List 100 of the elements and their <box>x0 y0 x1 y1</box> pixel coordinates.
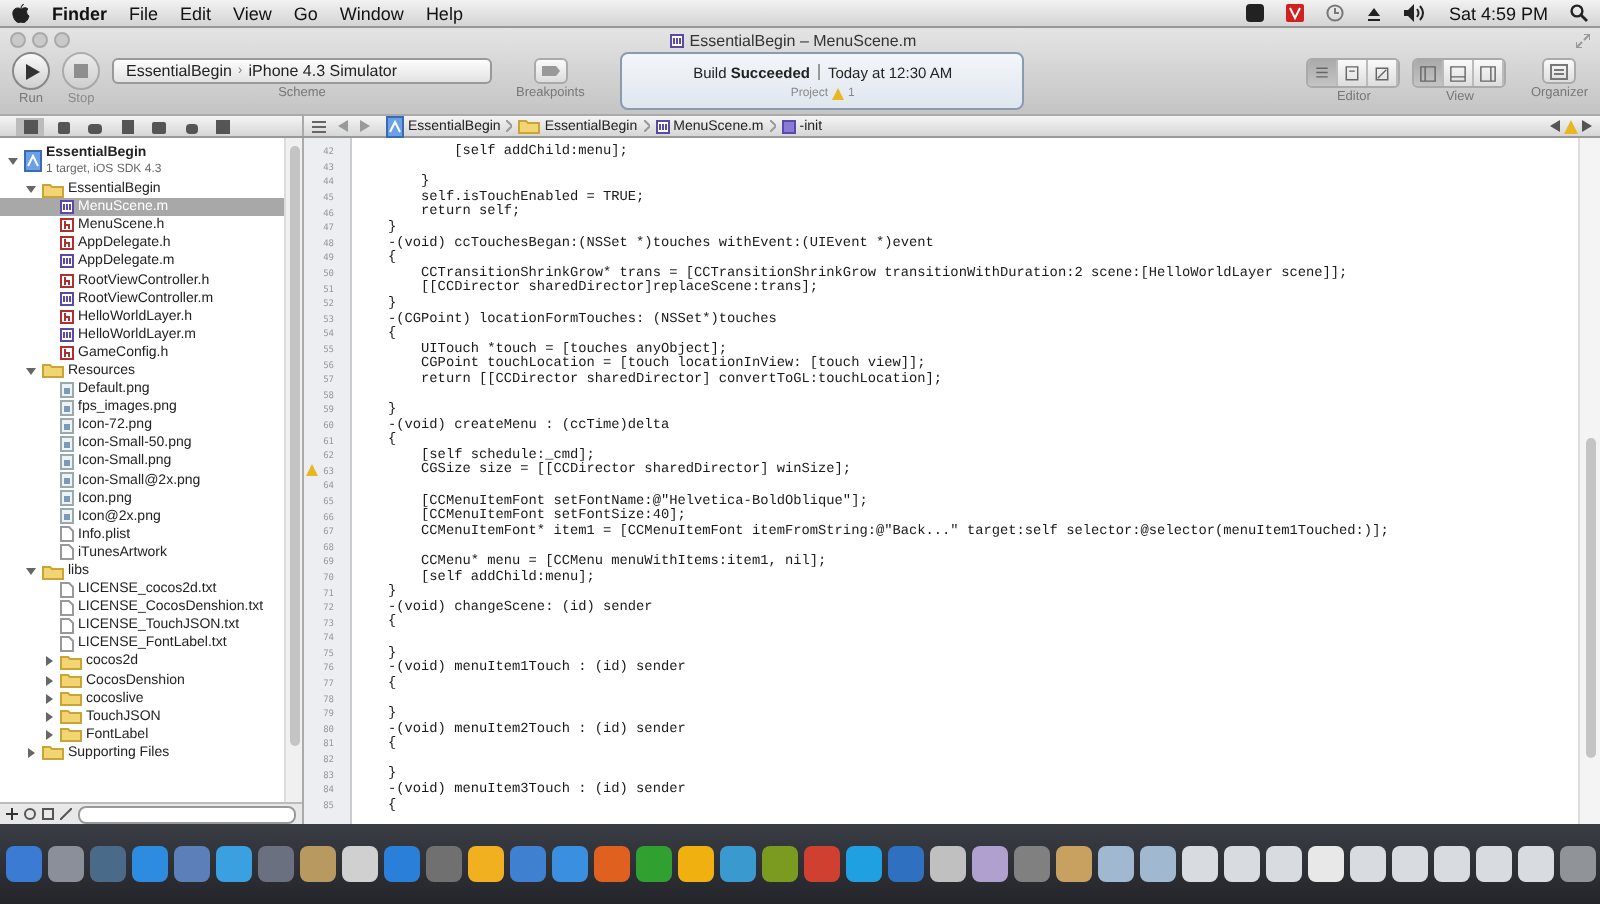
disclosure-triangle-icon[interactable] <box>26 184 36 195</box>
dock-app-icon[interactable] <box>677 846 713 882</box>
disclosure-triangle-icon[interactable] <box>26 365 36 376</box>
organizer-icon <box>1550 63 1569 79</box>
panel-layout-icon <box>1448 63 1469 83</box>
dock-app-icon[interactable] <box>1391 846 1427 882</box>
folder-icon <box>42 744 64 761</box>
chevron-icon <box>769 120 776 132</box>
volume-icon[interactable] <box>1404 4 1427 22</box>
warning-icon <box>832 87 844 99</box>
source-file-icon <box>669 33 684 47</box>
dock-app-icon[interactable] <box>971 846 1007 882</box>
apple-logo-icon[interactable] <box>12 3 30 23</box>
navigator-tab-icon <box>55 119 69 133</box>
eject-icon[interactable] <box>1366 5 1383 21</box>
editor-mode-button[interactable] <box>1368 60 1399 86</box>
view-toggle-button[interactable] <box>1414 60 1445 86</box>
disclosure-triangle-icon[interactable] <box>26 566 36 577</box>
panel-layout-icon <box>1418 63 1439 83</box>
view-toggle-button[interactable] <box>1444 60 1475 86</box>
clock-icon[interactable] <box>1326 4 1345 22</box>
header-file-icon <box>60 309 74 324</box>
dock-app-icon[interactable] <box>845 846 881 882</box>
menu-item[interactable]: View <box>233 3 272 23</box>
previous-issue-icon[interactable] <box>1550 120 1560 132</box>
project-file-icon <box>24 150 42 172</box>
breakpoints-button[interactable] <box>533 58 568 84</box>
scm-filter-button[interactable] <box>42 808 54 820</box>
dock-app-icon[interactable] <box>1097 846 1133 882</box>
navigator-tab-icon <box>151 119 165 133</box>
navigator-tab-icon <box>215 119 229 133</box>
menu-item[interactable]: Help <box>425 3 463 23</box>
editor-mode-icon <box>1342 63 1363 83</box>
search-icon[interactable] <box>1570 4 1588 22</box>
run-button[interactable] <box>12 52 50 90</box>
folder-icon <box>60 672 82 689</box>
dock-app-icon[interactable] <box>299 846 335 882</box>
project-file-icon <box>386 115 404 137</box>
scrollbar-thumb[interactable] <box>289 146 299 746</box>
breakpoint-icon <box>541 66 560 76</box>
organizer-button[interactable] <box>1542 58 1577 84</box>
panel-layout-icon <box>1478 63 1499 83</box>
disclosure-triangle-icon[interactable] <box>8 156 18 166</box>
related-files-icon[interactable] <box>312 119 326 133</box>
grid-icon <box>42 808 54 820</box>
header-file-icon <box>60 218 74 233</box>
navigator-tab[interactable] <box>16 117 44 135</box>
menu-bar-clock[interactable]: Sat 4:59 PM <box>1448 3 1548 23</box>
dock-app-icon[interactable] <box>1181 846 1217 882</box>
menu-item[interactable]: Edit <box>180 3 212 23</box>
next-issue-icon[interactable] <box>1582 120 1592 132</box>
folder-icon <box>60 726 82 743</box>
header-file-icon <box>60 273 74 288</box>
add-button[interactable] <box>6 808 18 820</box>
dock-app-icon[interactable] <box>1475 846 1511 882</box>
dock-app-icon[interactable] <box>1307 846 1343 882</box>
source-file-icon <box>60 200 74 215</box>
window-title: EssentialBegin – MenuScene.m <box>689 31 917 49</box>
editor-mode-icon <box>1372 63 1393 83</box>
recent-filter-button[interactable] <box>24 808 36 820</box>
header-file-icon <box>60 345 74 360</box>
dock-app-icon[interactable] <box>1433 846 1469 882</box>
chevron-icon <box>643 120 650 132</box>
folder-icon <box>60 708 82 725</box>
menu-item[interactable]: File <box>129 3 159 23</box>
dock-app-icon[interactable] <box>215 846 251 882</box>
editor-mode-icon <box>1312 63 1333 83</box>
folder-icon <box>42 362 64 379</box>
status-app-icon[interactable] <box>1246 4 1265 22</box>
dock-app-icon[interactable] <box>929 846 965 882</box>
plus-icon <box>6 808 18 820</box>
edited-filter-button[interactable] <box>60 808 72 820</box>
navigator-tab-icon <box>119 119 133 133</box>
dock-app-icon[interactable] <box>1139 846 1175 882</box>
stop-icon <box>74 64 88 78</box>
dock-app-icon[interactable] <box>1223 846 1259 882</box>
dock-app-icon[interactable] <box>341 846 377 882</box>
dock-app-icon[interactable] <box>1265 846 1301 882</box>
scrollbar-thumb[interactable] <box>1585 438 1595 758</box>
dock-app-icon[interactable] <box>1055 846 1091 882</box>
navigator-tab-icon <box>87 119 101 133</box>
editor-mode-button[interactable] <box>1308 60 1339 86</box>
menu-item[interactable]: Go <box>293 3 318 23</box>
dock-app-icon[interactable] <box>1559 846 1595 882</box>
source-file-icon <box>60 254 74 269</box>
folder-icon <box>60 690 82 707</box>
pencil-icon <box>60 808 72 820</box>
dock-app-icon[interactable] <box>467 846 503 882</box>
source-file-icon <box>655 119 670 133</box>
dock-app-icon[interactable] <box>1517 846 1553 882</box>
source-file-icon <box>60 291 74 306</box>
navigator-tab-icon <box>23 119 37 133</box>
editor-mode-button[interactable] <box>1338 60 1369 86</box>
menu-item[interactable]: Finder <box>52 3 108 23</box>
clock-icon <box>24 808 36 820</box>
menu-item[interactable]: Window <box>339 3 404 23</box>
filter-field[interactable] <box>78 805 296 823</box>
folder-icon <box>518 118 541 134</box>
view-toggle-button[interactable] <box>1474 60 1505 86</box>
dock-app-icon[interactable] <box>1349 846 1385 882</box>
